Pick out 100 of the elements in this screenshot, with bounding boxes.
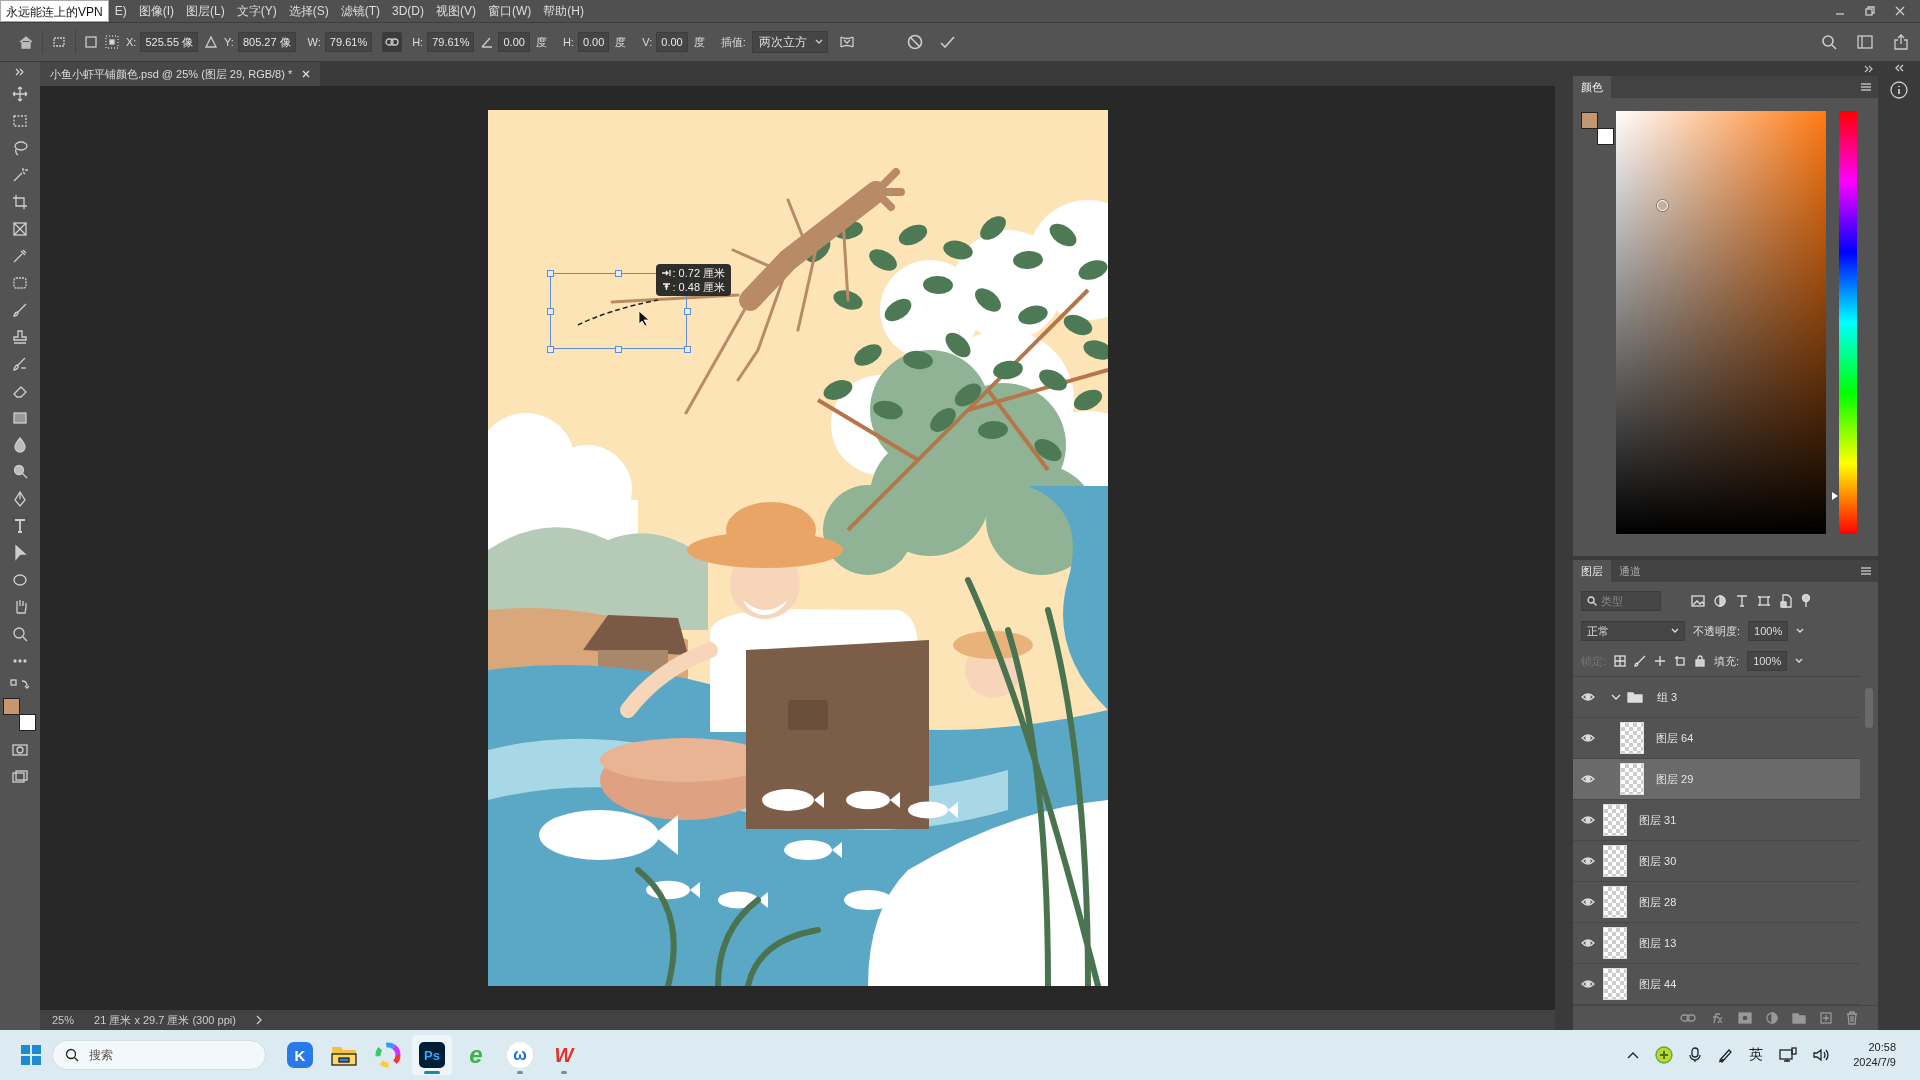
menu-item[interactable]: E) [108,0,133,22]
zoom-icon[interactable] [11,625,29,643]
visibility-eye-icon[interactable] [1581,814,1595,826]
mask-icon[interactable] [1738,1012,1752,1024]
y-field[interactable]: 805.27 像 [237,32,296,52]
menu-item[interactable]: 文字(Y) [230,0,283,22]
adjustment-layer-icon[interactable] [1766,1012,1778,1024]
taskbar-app-button[interactable]: ω [500,1035,540,1075]
lasso-icon[interactable] [11,139,29,157]
type-filter-icon[interactable] [1735,594,1749,608]
panel-menu-icon[interactable] [1860,566,1872,576]
link-layers-icon[interactable] [1680,1013,1696,1023]
swap-colors-icon[interactable] [10,679,30,689]
effects-icon[interactable] [1710,1012,1724,1024]
taskbar-app-button[interactable]: W [544,1035,584,1075]
stamp-icon[interactable] [11,328,29,346]
network-icon[interactable] [1779,1047,1798,1063]
blur-icon[interactable] [11,436,29,454]
vertical-skew-field[interactable]: 0.00 [656,32,688,52]
chevron-down-icon[interactable] [1795,658,1804,664]
adjustment-filter-icon[interactable] [1713,594,1727,608]
screen-mode-icon[interactable] [11,768,29,786]
menu-item[interactable]: 选择(S) [282,0,335,22]
crop-icon[interactable] [11,193,29,211]
filter-toggle-icon[interactable] [1801,594,1811,608]
foreground-swatch[interactable] [3,698,20,715]
width-field[interactable]: 79.61% [324,32,373,52]
menu-item[interactable]: 窗口(W) [482,0,538,22]
taskbar-app-button[interactable]: Ps [412,1035,452,1075]
info-icon[interactable] [1889,80,1909,100]
visibility-eye-icon[interactable] [1581,773,1595,785]
lock-position-icon[interactable] [1654,655,1667,667]
input-method-indicator[interactable]: 英 [1749,1046,1764,1064]
transform-handle[interactable] [614,270,622,277]
search-icon[interactable] [1820,33,1838,51]
menu-item[interactable]: 图层(L) [180,0,231,22]
chevron-down-icon[interactable] [1796,628,1805,634]
panel-tab[interactable]: 颜色 [1573,76,1611,98]
ellipse-icon[interactable] [11,571,29,589]
workspace-icon[interactable] [1856,33,1874,51]
document-tab[interactable]: 小鱼小虾平铺颜色.psd @ 25% (图层 29, RGB/8) * [40,62,321,86]
cancel-icon[interactable] [905,33,924,51]
reference-point-icon[interactable] [104,34,120,50]
background-swatch[interactable] [19,714,36,731]
lock-artboard-icon[interactable] [1674,655,1687,667]
collapse-icon[interactable] [15,68,25,76]
hue-slider-thumb[interactable] [1832,491,1838,500]
shield-plus-icon[interactable] [1655,1046,1674,1064]
transform-handle[interactable] [683,308,691,315]
new-layer-icon[interactable] [1820,1012,1832,1024]
transform-handle[interactable] [546,270,554,277]
checkbox-icon[interactable] [84,35,98,49]
hue-slider[interactable] [1831,111,1857,534]
visibility-eye-icon[interactable] [1581,937,1595,949]
lock-all-icon[interactable] [1694,655,1707,667]
start-icon[interactable] [20,1044,42,1066]
height-field[interactable]: 79.61% [427,32,475,52]
menu-item[interactable]: 滤镜(T) [334,0,386,22]
panel-tab[interactable]: 图层 [1573,560,1611,582]
interpolation-dropdown[interactable]: 两次立方 [751,31,828,53]
visibility-eye-icon[interactable] [1581,691,1595,703]
panel-tab[interactable]: 通道 [1611,560,1649,582]
speaker-icon[interactable] [1813,1048,1830,1062]
chevron-down-icon[interactable] [1611,693,1621,701]
color-picker-field[interactable] [1616,111,1826,534]
patch-icon[interactable] [11,274,29,292]
visibility-eye-icon[interactable] [1581,855,1595,867]
marquee-icon[interactable] [11,112,29,130]
chevron-right-icon[interactable] [255,1015,262,1025]
eyedropper-icon[interactable] [11,247,29,265]
layer-row[interactable]: 图层 29 [1573,759,1860,800]
zoom-level[interactable]: 25% [52,1014,75,1026]
fill-field[interactable]: 100% [1747,651,1788,671]
transform-handle[interactable] [546,346,554,353]
close-icon[interactable] [1894,5,1906,17]
foreground-swatch[interactable] [1581,112,1598,129]
home-icon[interactable] [18,34,34,50]
quick-mask-icon[interactable] [11,741,29,759]
transform-handle[interactable] [683,346,691,353]
share-icon[interactable] [1892,33,1910,51]
new-group-icon[interactable] [1792,1012,1806,1024]
close-icon[interactable] [302,70,311,78]
collapse-icon[interactable] [1864,65,1874,73]
image-filter-icon[interactable] [1691,595,1705,607]
menu-item[interactable]: 视图(V) [430,0,482,22]
link-button[interactable] [382,32,403,52]
menu-item[interactable]: 图像(I) [132,0,180,22]
smart-object-filter-icon[interactable] [1779,594,1793,608]
background-swatch[interactable] [1597,128,1614,145]
history-brush-icon[interactable] [11,355,29,373]
visibility-eye-icon[interactable] [1581,896,1595,908]
shape-filter-icon[interactable] [1757,594,1771,608]
horizontal-skew-field[interactable]: 0.00 [577,32,610,52]
transform-icon[interactable] [51,34,67,50]
menu-item[interactable]: 帮助(H) [537,0,590,22]
angle-field[interactable]: 0.00 [498,32,530,52]
opacity-field[interactable]: 100% [1748,621,1789,641]
magic-wand-icon[interactable] [11,166,29,184]
expand-icon[interactable] [1894,64,1904,72]
pen-icon[interactable] [1717,1047,1734,1063]
